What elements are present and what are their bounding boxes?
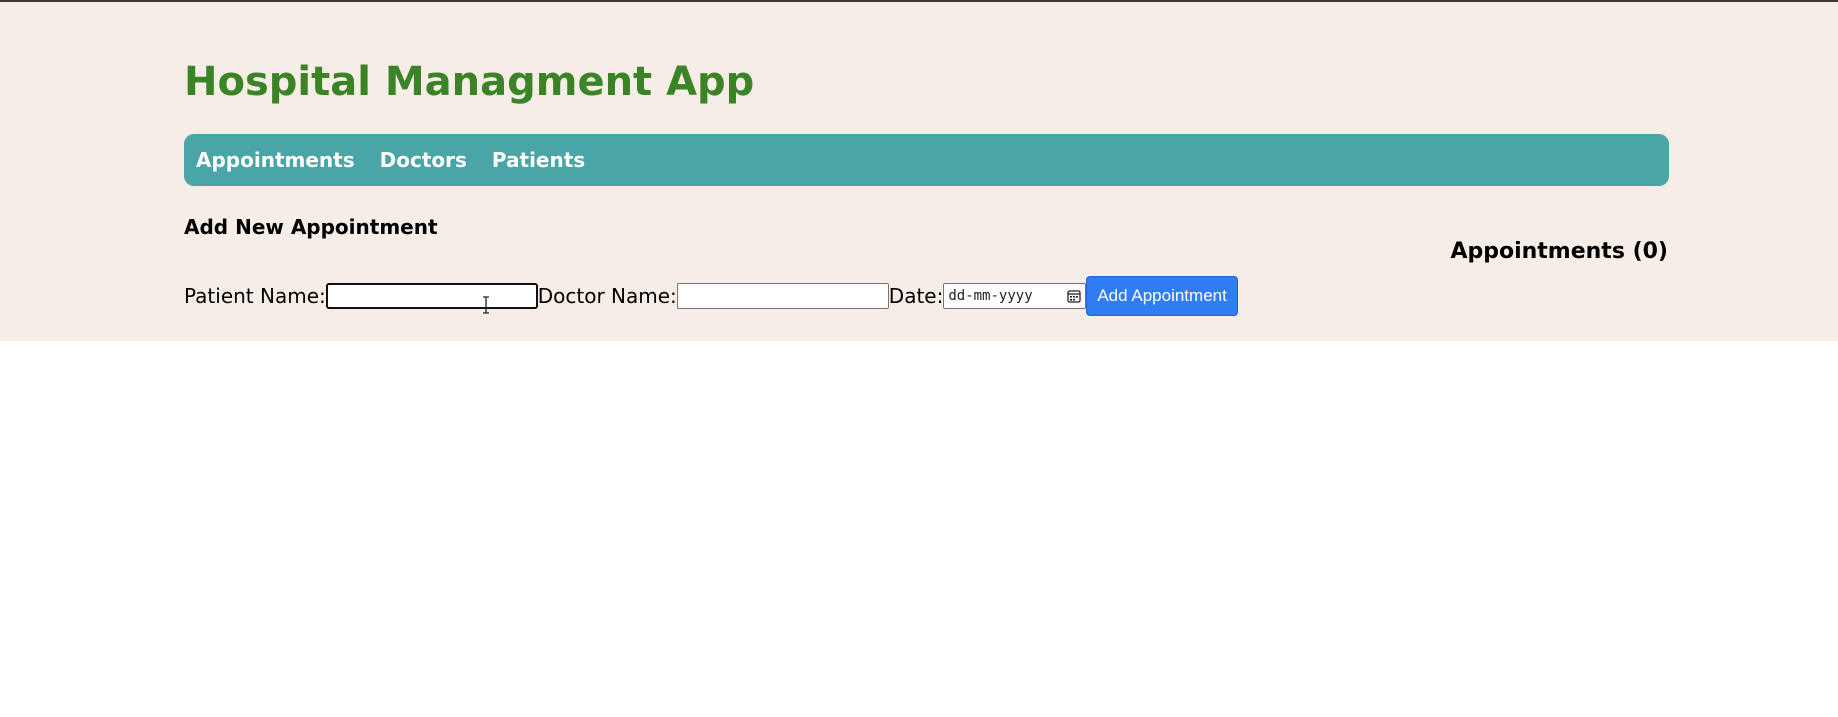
calendar-icon[interactable]: [1067, 289, 1081, 303]
doctor-name-label: Doctor Name:: [537, 284, 677, 308]
add-appointment-heading: Add New Appointment: [184, 215, 438, 239]
nav-item-patients[interactable]: Patients: [492, 148, 585, 172]
text-cursor-icon: [480, 296, 492, 314]
doctor-name-input[interactable]: [676, 283, 889, 309]
date-label: Date:: [888, 284, 944, 308]
nav-item-doctors[interactable]: Doctors: [380, 148, 467, 172]
patient-name-label: Patient Name:: [184, 284, 326, 308]
nav-item-appointments[interactable]: Appointments: [196, 148, 355, 172]
app-title: Hospital Managment App: [184, 59, 755, 105]
add-appointment-button[interactable]: Add Appointment: [1086, 276, 1238, 316]
patient-name-input[interactable]: [325, 283, 538, 309]
date-input[interactable]: dd-mm-yyyy: [943, 283, 1087, 309]
add-appointment-form: Patient Name: Doctor Name: Date: dd-mm-y…: [184, 276, 1238, 316]
date-placeholder: dd-mm-yyyy: [948, 288, 1033, 304]
appointments-count-heading: Appointments (0): [1450, 239, 1668, 264]
navbar: Appointments Doctors Patients: [184, 134, 1669, 186]
